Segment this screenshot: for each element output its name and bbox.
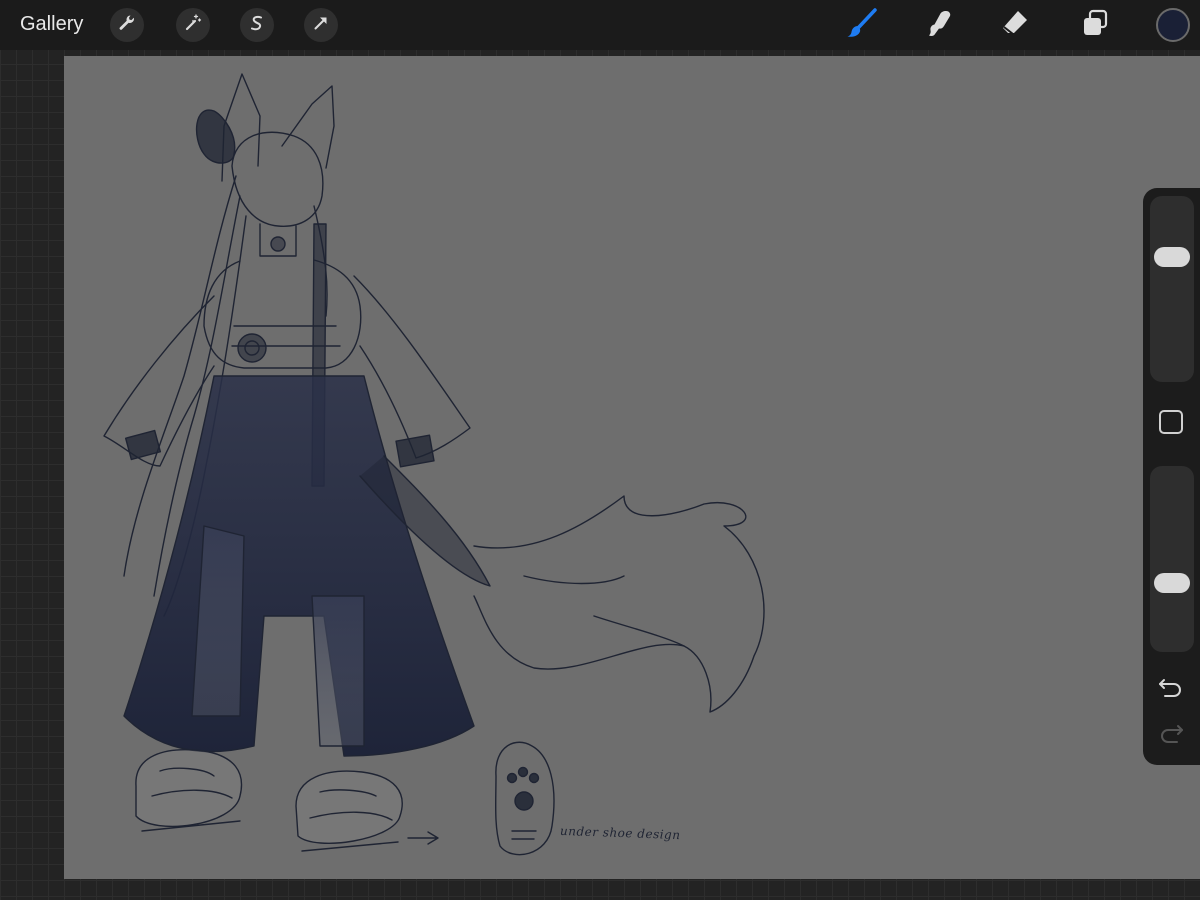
layers-icon <box>1080 8 1110 43</box>
hair-bow <box>195 109 236 164</box>
eraser-icon <box>1000 8 1030 43</box>
pointer-arrow <box>407 831 439 845</box>
gallery-button[interactable]: Gallery <box>20 12 83 36</box>
transform-button[interactable] <box>304 8 338 42</box>
color-swatch-button[interactable] <box>1156 8 1190 42</box>
eraser-tool-button[interactable] <box>996 6 1034 44</box>
selection-icon <box>248 14 266 37</box>
layers-button[interactable] <box>1076 6 1114 44</box>
smudge-tool-button[interactable] <box>920 6 958 44</box>
smudge-icon <box>924 8 954 43</box>
modify-button[interactable] <box>1159 410 1183 434</box>
fox-tail <box>473 495 765 713</box>
opacity-slider[interactable] <box>1150 466 1194 652</box>
sketch-artwork <box>103 73 765 856</box>
adjustments-button[interactable] <box>176 8 210 42</box>
brush-tool-button[interactable] <box>843 6 881 44</box>
right-sandal <box>295 770 403 844</box>
kimono-body <box>203 259 362 369</box>
right-cuff <box>395 434 435 468</box>
undo-icon <box>1158 677 1184 704</box>
transform-arrow-icon <box>312 14 330 37</box>
top-toolbar: Gallery <box>0 0 1200 50</box>
head-outline <box>231 131 324 227</box>
left-sleeve <box>103 295 215 467</box>
brush-size-thumb[interactable] <box>1154 247 1190 268</box>
opacity-thumb[interactable] <box>1154 572 1190 593</box>
left-sandal <box>135 749 243 828</box>
procreate-workspace: Gallery under shoe design <box>0 0 1200 900</box>
redo-icon <box>1158 723 1184 750</box>
selection-button[interactable] <box>240 8 274 42</box>
paw-pad-main <box>514 791 534 811</box>
redo-button[interactable] <box>1157 724 1185 748</box>
side-toolbar <box>1143 188 1200 765</box>
brush-icon <box>845 6 879 45</box>
undo-button[interactable] <box>1157 678 1185 702</box>
left-cuff <box>124 429 162 461</box>
sash-emblem <box>237 333 267 363</box>
right-ear <box>281 85 335 169</box>
actions-button[interactable] <box>110 8 144 42</box>
magic-wand-icon <box>184 13 202 37</box>
wrench-icon <box>118 14 136 37</box>
neck-ornament <box>270 236 286 252</box>
drawing-canvas[interactable]: under shoe design <box>64 56 1200 879</box>
brush-size-slider[interactable] <box>1150 196 1194 382</box>
right-leg <box>311 595 365 747</box>
